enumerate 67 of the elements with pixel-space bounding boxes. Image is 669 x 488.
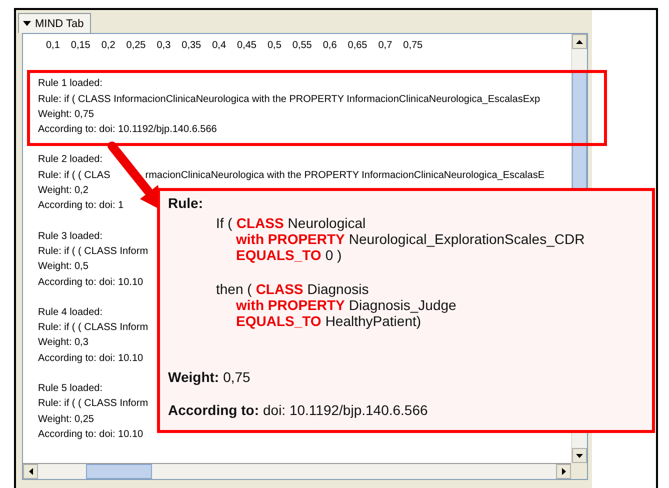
rule-text: Diagnosis: [307, 281, 369, 297]
horizontal-scrollbar[interactable]: [23, 463, 571, 479]
log-line: Weight: 0,25: [38, 412, 94, 427]
field-label: Weight:: [168, 369, 220, 385]
scale-value: 0,5: [268, 39, 282, 53]
weight-value: 0,75: [223, 369, 250, 385]
log-line: Weight: 0,3: [38, 336, 88, 350]
rule-text: HealthyPatient): [325, 313, 422, 329]
log-line: Rule: if ( ( CLASS Inform: [38, 244, 148, 259]
log-line: According to: doi: 10.1192/bjp.140.6.566: [38, 123, 217, 138]
log-line: Rule 1 loaded:: [38, 77, 102, 92]
log-line: Weight: 0,75: [38, 108, 94, 122]
scale-value: 0,2: [101, 39, 116, 53]
scale-value: 0,4: [212, 39, 226, 53]
down-arrow-icon: [576, 454, 583, 458]
scale-value: 0,1: [46, 39, 60, 53]
scroll-right-button[interactable]: [556, 464, 571, 479]
source-value: doi: 10.1192/bjp.140.6.566: [263, 402, 428, 418]
log-line: According to: doi: 1: [38, 199, 124, 214]
field-label: According to:: [168, 402, 259, 418]
keyword: EQUALS_TO: [236, 313, 322, 329]
log-line: rmacionClinicaNeurologica with the PROPERTY InformacionClinicaNeurologica_EscalasE: [145, 168, 545, 183]
scale-value: 0,65: [348, 39, 368, 53]
scroll-down-button[interactable]: [572, 448, 587, 463]
scroll-up-button[interactable]: [572, 34, 587, 49]
log-line: Rule 3 loaded:: [38, 230, 102, 244]
scale-value: 0,55: [292, 39, 312, 53]
rule-text: then (: [216, 281, 252, 297]
callout-title: Rule:: [168, 195, 204, 211]
rule-text: Neurological_ExplorationScales_CDR: [348, 231, 585, 247]
scrollbar-corner: [571, 463, 587, 479]
rule-text: Diagnosis_Judge: [348, 297, 456, 313]
scale-value: 0,25: [126, 39, 146, 53]
keyword: with PROPERTY: [236, 297, 345, 313]
scale-value: 0,7: [378, 39, 392, 53]
up-arrow-icon: [576, 40, 583, 44]
rule-text: 0 ): [325, 247, 342, 263]
right-arrow-icon: [562, 468, 566, 475]
rule-text: Neurological: [288, 215, 366, 231]
log-line: According to: doi: 10.10: [38, 352, 144, 366]
scale-value: 0,6: [322, 39, 337, 53]
scale-value: 0,35: [182, 39, 202, 53]
left-arrow-icon: [28, 468, 32, 475]
caret-icon: [23, 20, 31, 26]
log-line: Rule 2 loaded:: [38, 153, 102, 168]
log-line: According to: doi: 10.10: [38, 276, 144, 290]
log-line: Rule: if ( ( CLAS: [38, 168, 110, 183]
log-line: Rule: if ( CLASS InformacionClinicaNeurologica with the PROPERTY InformacionClinicaNeurologica_EscalasExp: [38, 92, 540, 107]
scroll-thumb[interactable]: [86, 464, 152, 479]
log-line: Rule 4 loaded:: [38, 306, 102, 320]
log-line: According to: doi: 10.10: [38, 428, 144, 442]
scroll-left-button[interactable]: [23, 464, 38, 479]
log-line: Rule 5 loaded:: [38, 382, 102, 396]
scale-value: 0,3: [156, 39, 171, 53]
scale-value: 0,75: [403, 39, 423, 53]
keyword: CLASS: [236, 215, 284, 231]
keyword: EQUALS_TO: [236, 247, 322, 263]
keyword: with PROPERTY: [236, 231, 345, 247]
tab[interactable]: MIND Tab: [18, 13, 91, 33]
log-line: Weight: 0,2: [38, 184, 88, 198]
scale-value: 0,45: [237, 39, 256, 53]
log-line: Rule: if ( ( CLASS Inform: [38, 397, 148, 412]
keyword: CLASS: [256, 281, 304, 297]
rule-text: If (: [216, 215, 232, 231]
log-line: Rule: if ( ( CLASS Inform: [38, 321, 148, 336]
scale-value: 0,15: [70, 39, 90, 53]
log-line: Weight: 0,5: [38, 260, 88, 274]
